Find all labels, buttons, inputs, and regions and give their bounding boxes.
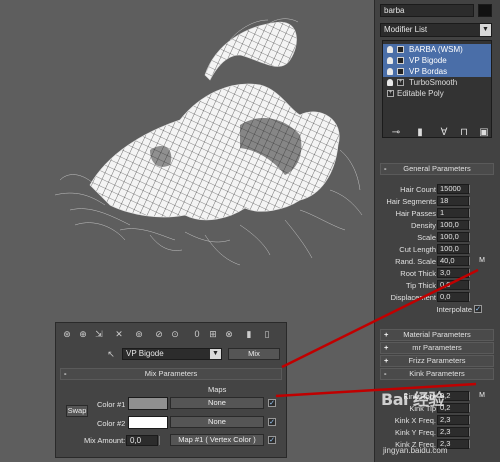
watermark-url: jingyan.baidu.com (383, 446, 448, 455)
annotation-line-upper (281, 268, 479, 369)
watermark-logo: Bai 经验 (381, 390, 445, 409)
annotation-line-lower (275, 382, 477, 398)
